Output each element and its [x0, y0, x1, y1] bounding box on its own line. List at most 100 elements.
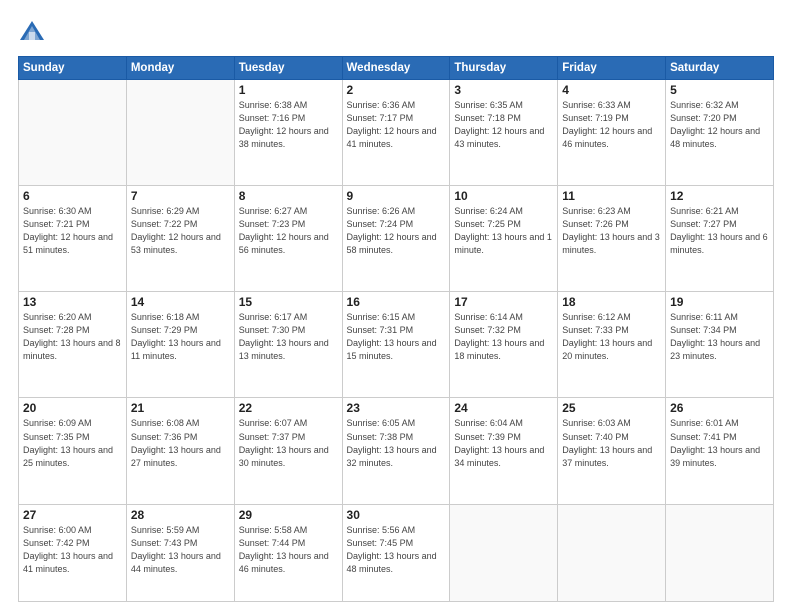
- day-number: 29: [239, 508, 338, 522]
- day-number: 24: [454, 401, 553, 415]
- weekday-header-friday: Friday: [558, 57, 666, 80]
- weekday-header-monday: Monday: [126, 57, 234, 80]
- day-info: Sunrise: 6:20 AMSunset: 7:28 PMDaylight:…: [23, 311, 122, 363]
- logo-icon: [18, 18, 46, 46]
- day-info: Sunrise: 6:23 AMSunset: 7:26 PMDaylight:…: [562, 205, 661, 257]
- weekday-header-wednesday: Wednesday: [342, 57, 450, 80]
- calendar-week-row: 1 Sunrise: 6:38 AMSunset: 7:16 PMDaylight…: [19, 80, 774, 186]
- day-info: Sunrise: 6:04 AMSunset: 7:39 PMDaylight:…: [454, 417, 553, 469]
- calendar-cell: 18Sunrise: 6:12 AMSunset: 7:33 PMDayligh…: [558, 292, 666, 398]
- day-number: 18: [562, 295, 661, 309]
- weekday-header-thursday: Thursday: [450, 57, 558, 80]
- calendar-cell: 5Sunrise: 6:32 AMSunset: 7:20 PMDaylight…: [666, 80, 774, 186]
- day-info: Sunrise: 5:58 AMSunset: 7:44 PMDaylight:…: [239, 524, 338, 576]
- day-info: Sunrise: 6:07 AMSunset: 7:37 PMDaylight:…: [239, 417, 338, 469]
- day-info: Sunrise: 6:35 AMSunset: 7:18 PMDaylight:…: [454, 99, 553, 151]
- calendar-cell: 2 Sunrise: 6:36 AMSunset: 7:17 PMDaylight…: [342, 80, 450, 186]
- page: SundayMondayTuesdayWednesdayThursdayFrid…: [0, 0, 792, 612]
- calendar-cell: 4 Sunrise: 6:33 AMSunset: 7:19 PMDaylight…: [558, 80, 666, 186]
- calendar-cell: 16Sunrise: 6:15 AMSunset: 7:31 PMDayligh…: [342, 292, 450, 398]
- day-info: Sunrise: 6:17 AMSunset: 7:30 PMDaylight:…: [239, 311, 338, 363]
- day-number: 27: [23, 508, 122, 522]
- calendar-week-row: 6 Sunrise: 6:30 AMSunset: 7:21 PMDaylight…: [19, 186, 774, 292]
- calendar-cell: 25 Sunrise: 6:03 AMSunset: 7:40 PMDayligh…: [558, 398, 666, 504]
- day-info: Sunrise: 6:32 AMSunset: 7:20 PMDaylight:…: [670, 99, 769, 151]
- day-info: Sunrise: 5:59 AMSunset: 7:43 PMDaylight:…: [131, 524, 230, 576]
- calendar-cell: 17 Sunrise: 6:14 AMSunset: 7:32 PMDayligh…: [450, 292, 558, 398]
- calendar-cell: 20 Sunrise: 6:09 AMSunset: 7:35 PMDayligh…: [19, 398, 127, 504]
- day-number: 20: [23, 401, 122, 415]
- day-info: Sunrise: 6:26 AMSunset: 7:24 PMDaylight:…: [347, 205, 446, 257]
- calendar-cell: 21 Sunrise: 6:08 AMSunset: 7:36 PMDayligh…: [126, 398, 234, 504]
- day-info: Sunrise: 6:00 AMSunset: 7:42 PMDaylight:…: [23, 524, 122, 576]
- day-info: Sunrise: 6:01 AMSunset: 7:41 PMDaylight:…: [670, 417, 769, 469]
- calendar-cell: 12 Sunrise: 6:21 AMSunset: 7:27 PMDayligh…: [666, 186, 774, 292]
- calendar-cell: 11 Sunrise: 6:23 AMSunset: 7:26 PMDayligh…: [558, 186, 666, 292]
- day-number: 8: [239, 189, 338, 203]
- day-info: Sunrise: 6:08 AMSunset: 7:36 PMDaylight:…: [131, 417, 230, 469]
- calendar-cell: 1 Sunrise: 6:38 AMSunset: 7:16 PMDaylight…: [234, 80, 342, 186]
- calendar-cell: 22Sunrise: 6:07 AMSunset: 7:37 PMDayligh…: [234, 398, 342, 504]
- day-number: 1: [239, 83, 338, 97]
- calendar-cell: 27 Sunrise: 6:00 AMSunset: 7:42 PMDayligh…: [19, 504, 127, 601]
- day-number: 7: [131, 189, 230, 203]
- calendar-cell: 13 Sunrise: 6:20 AMSunset: 7:28 PMDayligh…: [19, 292, 127, 398]
- calendar-cell: 26Sunrise: 6:01 AMSunset: 7:41 PMDayligh…: [666, 398, 774, 504]
- calendar-cell: 24 Sunrise: 6:04 AMSunset: 7:39 PMDayligh…: [450, 398, 558, 504]
- day-number: 13: [23, 295, 122, 309]
- day-number: 9: [347, 189, 446, 203]
- day-number: 10: [454, 189, 553, 203]
- day-info: Sunrise: 6:05 AMSunset: 7:38 PMDaylight:…: [347, 417, 446, 469]
- day-number: 25: [562, 401, 661, 415]
- calendar-cell: [666, 504, 774, 601]
- day-info: Sunrise: 6:33 AMSunset: 7:19 PMDaylight:…: [562, 99, 661, 151]
- calendar-cell: 7Sunrise: 6:29 AMSunset: 7:22 PMDaylight…: [126, 186, 234, 292]
- day-info: Sunrise: 6:27 AMSunset: 7:23 PMDaylight:…: [239, 205, 338, 257]
- day-number: 3: [454, 83, 553, 97]
- day-info: Sunrise: 6:38 AMSunset: 7:16 PMDaylight:…: [239, 99, 338, 151]
- weekday-header-tuesday: Tuesday: [234, 57, 342, 80]
- day-number: 30: [347, 508, 446, 522]
- calendar-week-row: 27 Sunrise: 6:00 AMSunset: 7:42 PMDayligh…: [19, 504, 774, 601]
- calendar-cell: 15 Sunrise: 6:17 AMSunset: 7:30 PMDayligh…: [234, 292, 342, 398]
- day-info: Sunrise: 6:09 AMSunset: 7:35 PMDaylight:…: [23, 417, 122, 469]
- day-info: Sunrise: 5:56 AMSunset: 7:45 PMDaylight:…: [347, 524, 446, 576]
- day-number: 23: [347, 401, 446, 415]
- weekday-header-row: SundayMondayTuesdayWednesdayThursdayFrid…: [19, 57, 774, 80]
- day-number: 2: [347, 83, 446, 97]
- day-number: 15: [239, 295, 338, 309]
- calendar-cell: [558, 504, 666, 601]
- calendar-cell: 29 Sunrise: 5:58 AMSunset: 7:44 PMDayligh…: [234, 504, 342, 601]
- day-info: Sunrise: 6:30 AMSunset: 7:21 PMDaylight:…: [23, 205, 122, 257]
- day-number: 17: [454, 295, 553, 309]
- calendar-cell: 14 Sunrise: 6:18 AMSunset: 7:29 PMDayligh…: [126, 292, 234, 398]
- day-number: 21: [131, 401, 230, 415]
- weekday-header-sunday: Sunday: [19, 57, 127, 80]
- day-info: Sunrise: 6:36 AMSunset: 7:17 PMDaylight:…: [347, 99, 446, 151]
- day-number: 16: [347, 295, 446, 309]
- weekday-header-saturday: Saturday: [666, 57, 774, 80]
- day-number: 14: [131, 295, 230, 309]
- calendar-week-row: 13 Sunrise: 6:20 AMSunset: 7:28 PMDayligh…: [19, 292, 774, 398]
- day-number: 4: [562, 83, 661, 97]
- calendar-cell: [126, 80, 234, 186]
- calendar-cell: [19, 80, 127, 186]
- day-number: 28: [131, 508, 230, 522]
- day-info: Sunrise: 6:14 AMSunset: 7:32 PMDaylight:…: [454, 311, 553, 363]
- calendar-cell: 10 Sunrise: 6:24 AMSunset: 7:25 PMDayligh…: [450, 186, 558, 292]
- day-number: 19: [670, 295, 769, 309]
- day-number: 6: [23, 189, 122, 203]
- calendar-cell: 6 Sunrise: 6:30 AMSunset: 7:21 PMDaylight…: [19, 186, 127, 292]
- logo: [18, 18, 50, 46]
- day-info: Sunrise: 6:18 AMSunset: 7:29 PMDaylight:…: [131, 311, 230, 363]
- day-info: Sunrise: 6:24 AMSunset: 7:25 PMDaylight:…: [454, 205, 553, 257]
- calendar-cell: 8 Sunrise: 6:27 AMSunset: 7:23 PMDaylight…: [234, 186, 342, 292]
- day-number: 11: [562, 189, 661, 203]
- calendar-cell: 3 Sunrise: 6:35 AMSunset: 7:18 PMDaylight…: [450, 80, 558, 186]
- day-number: 12: [670, 189, 769, 203]
- day-info: Sunrise: 6:03 AMSunset: 7:40 PMDaylight:…: [562, 417, 661, 469]
- header: [18, 18, 774, 46]
- calendar-cell: [450, 504, 558, 601]
- calendar-cell: 28 Sunrise: 5:59 AMSunset: 7:43 PMDayligh…: [126, 504, 234, 601]
- day-info: Sunrise: 6:21 AMSunset: 7:27 PMDaylight:…: [670, 205, 769, 257]
